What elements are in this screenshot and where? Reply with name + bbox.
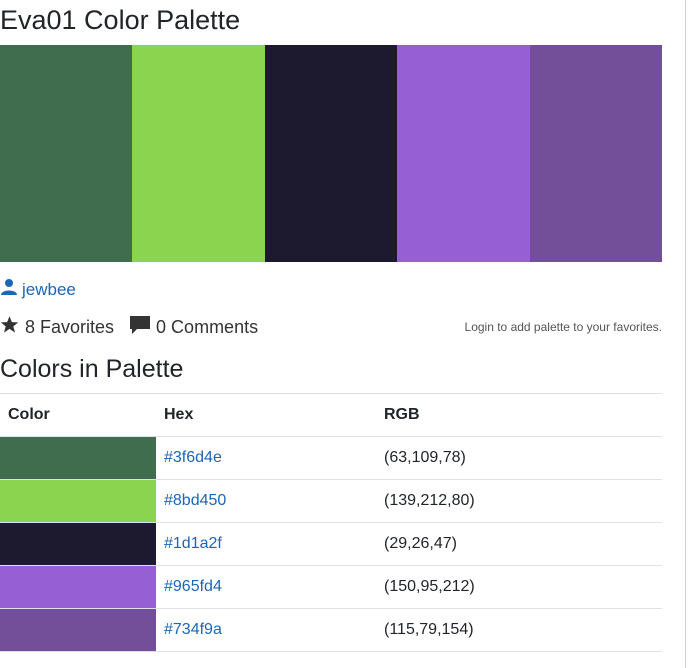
hex-link[interactable]: #734f9a bbox=[164, 621, 222, 638]
hex-link[interactable]: #8bd450 bbox=[164, 492, 226, 509]
color-swatch bbox=[0, 437, 156, 479]
table-row: #3f6d4e (63,109,78) bbox=[0, 436, 662, 480]
table-header-row: Color Hex RGB bbox=[0, 393, 662, 437]
favorites-count: 8 Favorites bbox=[25, 316, 115, 337]
column-header-rgb: RGB bbox=[376, 393, 662, 437]
favorites-stat: 8 Favorites bbox=[0, 315, 114, 339]
rgb-value: (29,26,47) bbox=[376, 522, 662, 566]
palette-swatch bbox=[397, 45, 530, 262]
hex-link[interactable]: #1d1a2f bbox=[164, 535, 222, 552]
scrollbar-edge bbox=[685, 0, 686, 668]
color-swatch bbox=[0, 609, 156, 651]
comments-count: 0 Comments bbox=[156, 316, 259, 337]
hex-link[interactable]: #3f6d4e bbox=[164, 449, 222, 466]
comments-stat: 0 Comments bbox=[130, 315, 259, 339]
author-link[interactable]: jewbee bbox=[22, 279, 76, 301]
color-swatch bbox=[0, 480, 156, 522]
column-header-color: Color bbox=[0, 393, 156, 437]
color-swatch bbox=[0, 566, 156, 608]
table-row: #8bd450 (139,212,80) bbox=[0, 479, 662, 523]
color-swatch bbox=[0, 523, 156, 565]
palette-swatch bbox=[132, 45, 265, 262]
table-row: #965fd4 (150,95,212) bbox=[0, 565, 662, 609]
palette-page: Eva01 Color Palette jewbee 8 Favorites 0… bbox=[0, 0, 689, 668]
table-row: #734f9a (115,79,154) bbox=[0, 608, 662, 652]
colors-table: Color Hex RGB #3f6d4e (63,109,78) #8bd45… bbox=[0, 393, 662, 652]
hex-link[interactable]: #965fd4 bbox=[164, 578, 222, 595]
login-note[interactable]: Login to add palette to your favorites. bbox=[465, 320, 662, 334]
palette-swatch bbox=[529, 45, 663, 262]
palette-swatch bbox=[264, 45, 398, 262]
section-title: Colors in Palette bbox=[0, 355, 184, 383]
rgb-value: (115,79,154) bbox=[376, 608, 662, 652]
rgb-value: (150,95,212) bbox=[376, 565, 662, 609]
rgb-value: (63,109,78) bbox=[376, 436, 662, 480]
column-header-hex: Hex bbox=[156, 393, 376, 437]
table-row: #1d1a2f (29,26,47) bbox=[0, 522, 662, 566]
palette-swatch bbox=[0, 45, 133, 262]
user-icon bbox=[0, 278, 18, 302]
palette-preview bbox=[0, 45, 663, 262]
palette-stats: 8 Favorites 0 Comments Login to add pale… bbox=[0, 315, 662, 339]
author-line: jewbee bbox=[0, 278, 76, 302]
comment-icon bbox=[130, 315, 151, 339]
rgb-value: (139,212,80) bbox=[376, 479, 662, 523]
star-icon bbox=[0, 315, 19, 339]
page-title: Eva01 Color Palette bbox=[0, 5, 241, 35]
